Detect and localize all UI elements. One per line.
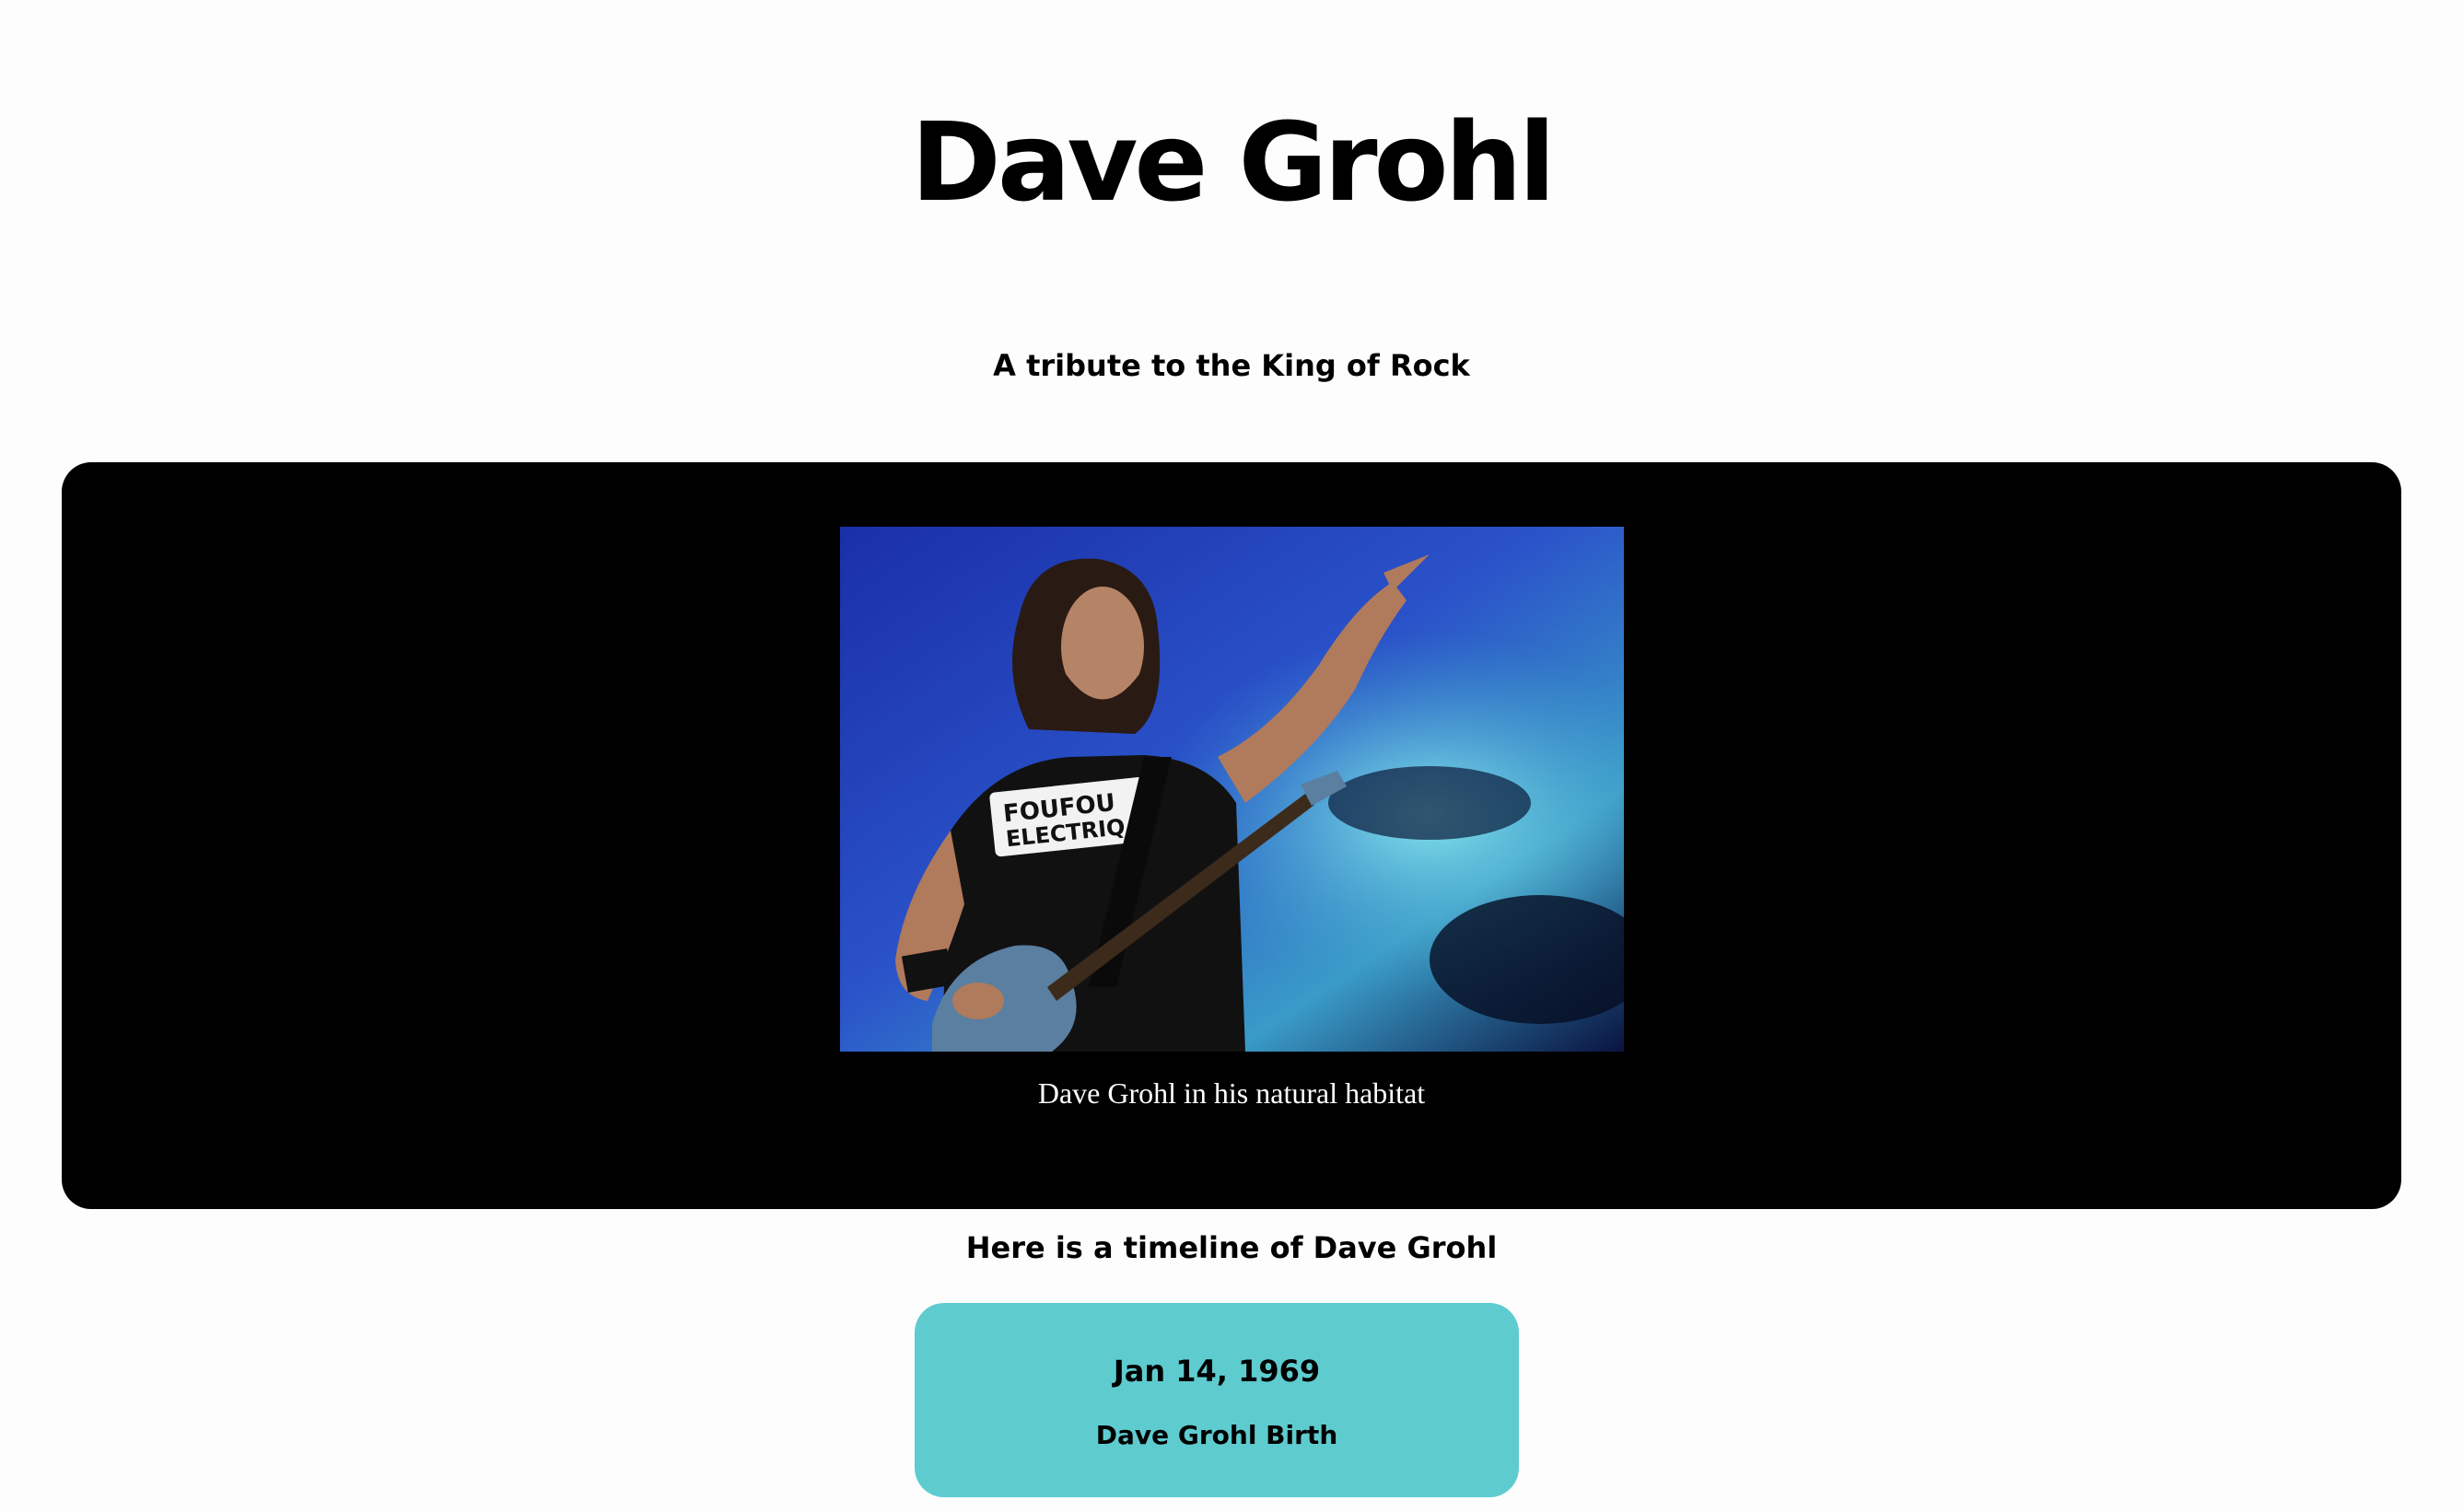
timeline-card-event: Dave Grohl Birth <box>1095 1420 1338 1450</box>
timeline-heading: Here is a timeline of Dave Grohl <box>965 1230 1498 1265</box>
concert-photo-illustration: FOUFOU ELECTRIQ <box>840 527 1624 1052</box>
page-title: Dave Grohl <box>910 99 1556 226</box>
timeline-card: Jan 14, 1969 Dave Grohl Birth <box>915 1303 1519 1497</box>
page-subtitle: A tribute to the King of Rock <box>993 348 1470 383</box>
dave-grohl-concert-photo: FOUFOU ELECTRIQ <box>840 527 1624 1052</box>
hero-caption: Dave Grohl in his natural habitat <box>1037 1076 1426 1110</box>
hero-image-panel: FOUFOU ELECTRIQ Dave Grohl in his natura… <box>62 462 2401 1209</box>
timeline-card-date: Jan 14, 1969 <box>1113 1354 1321 1389</box>
